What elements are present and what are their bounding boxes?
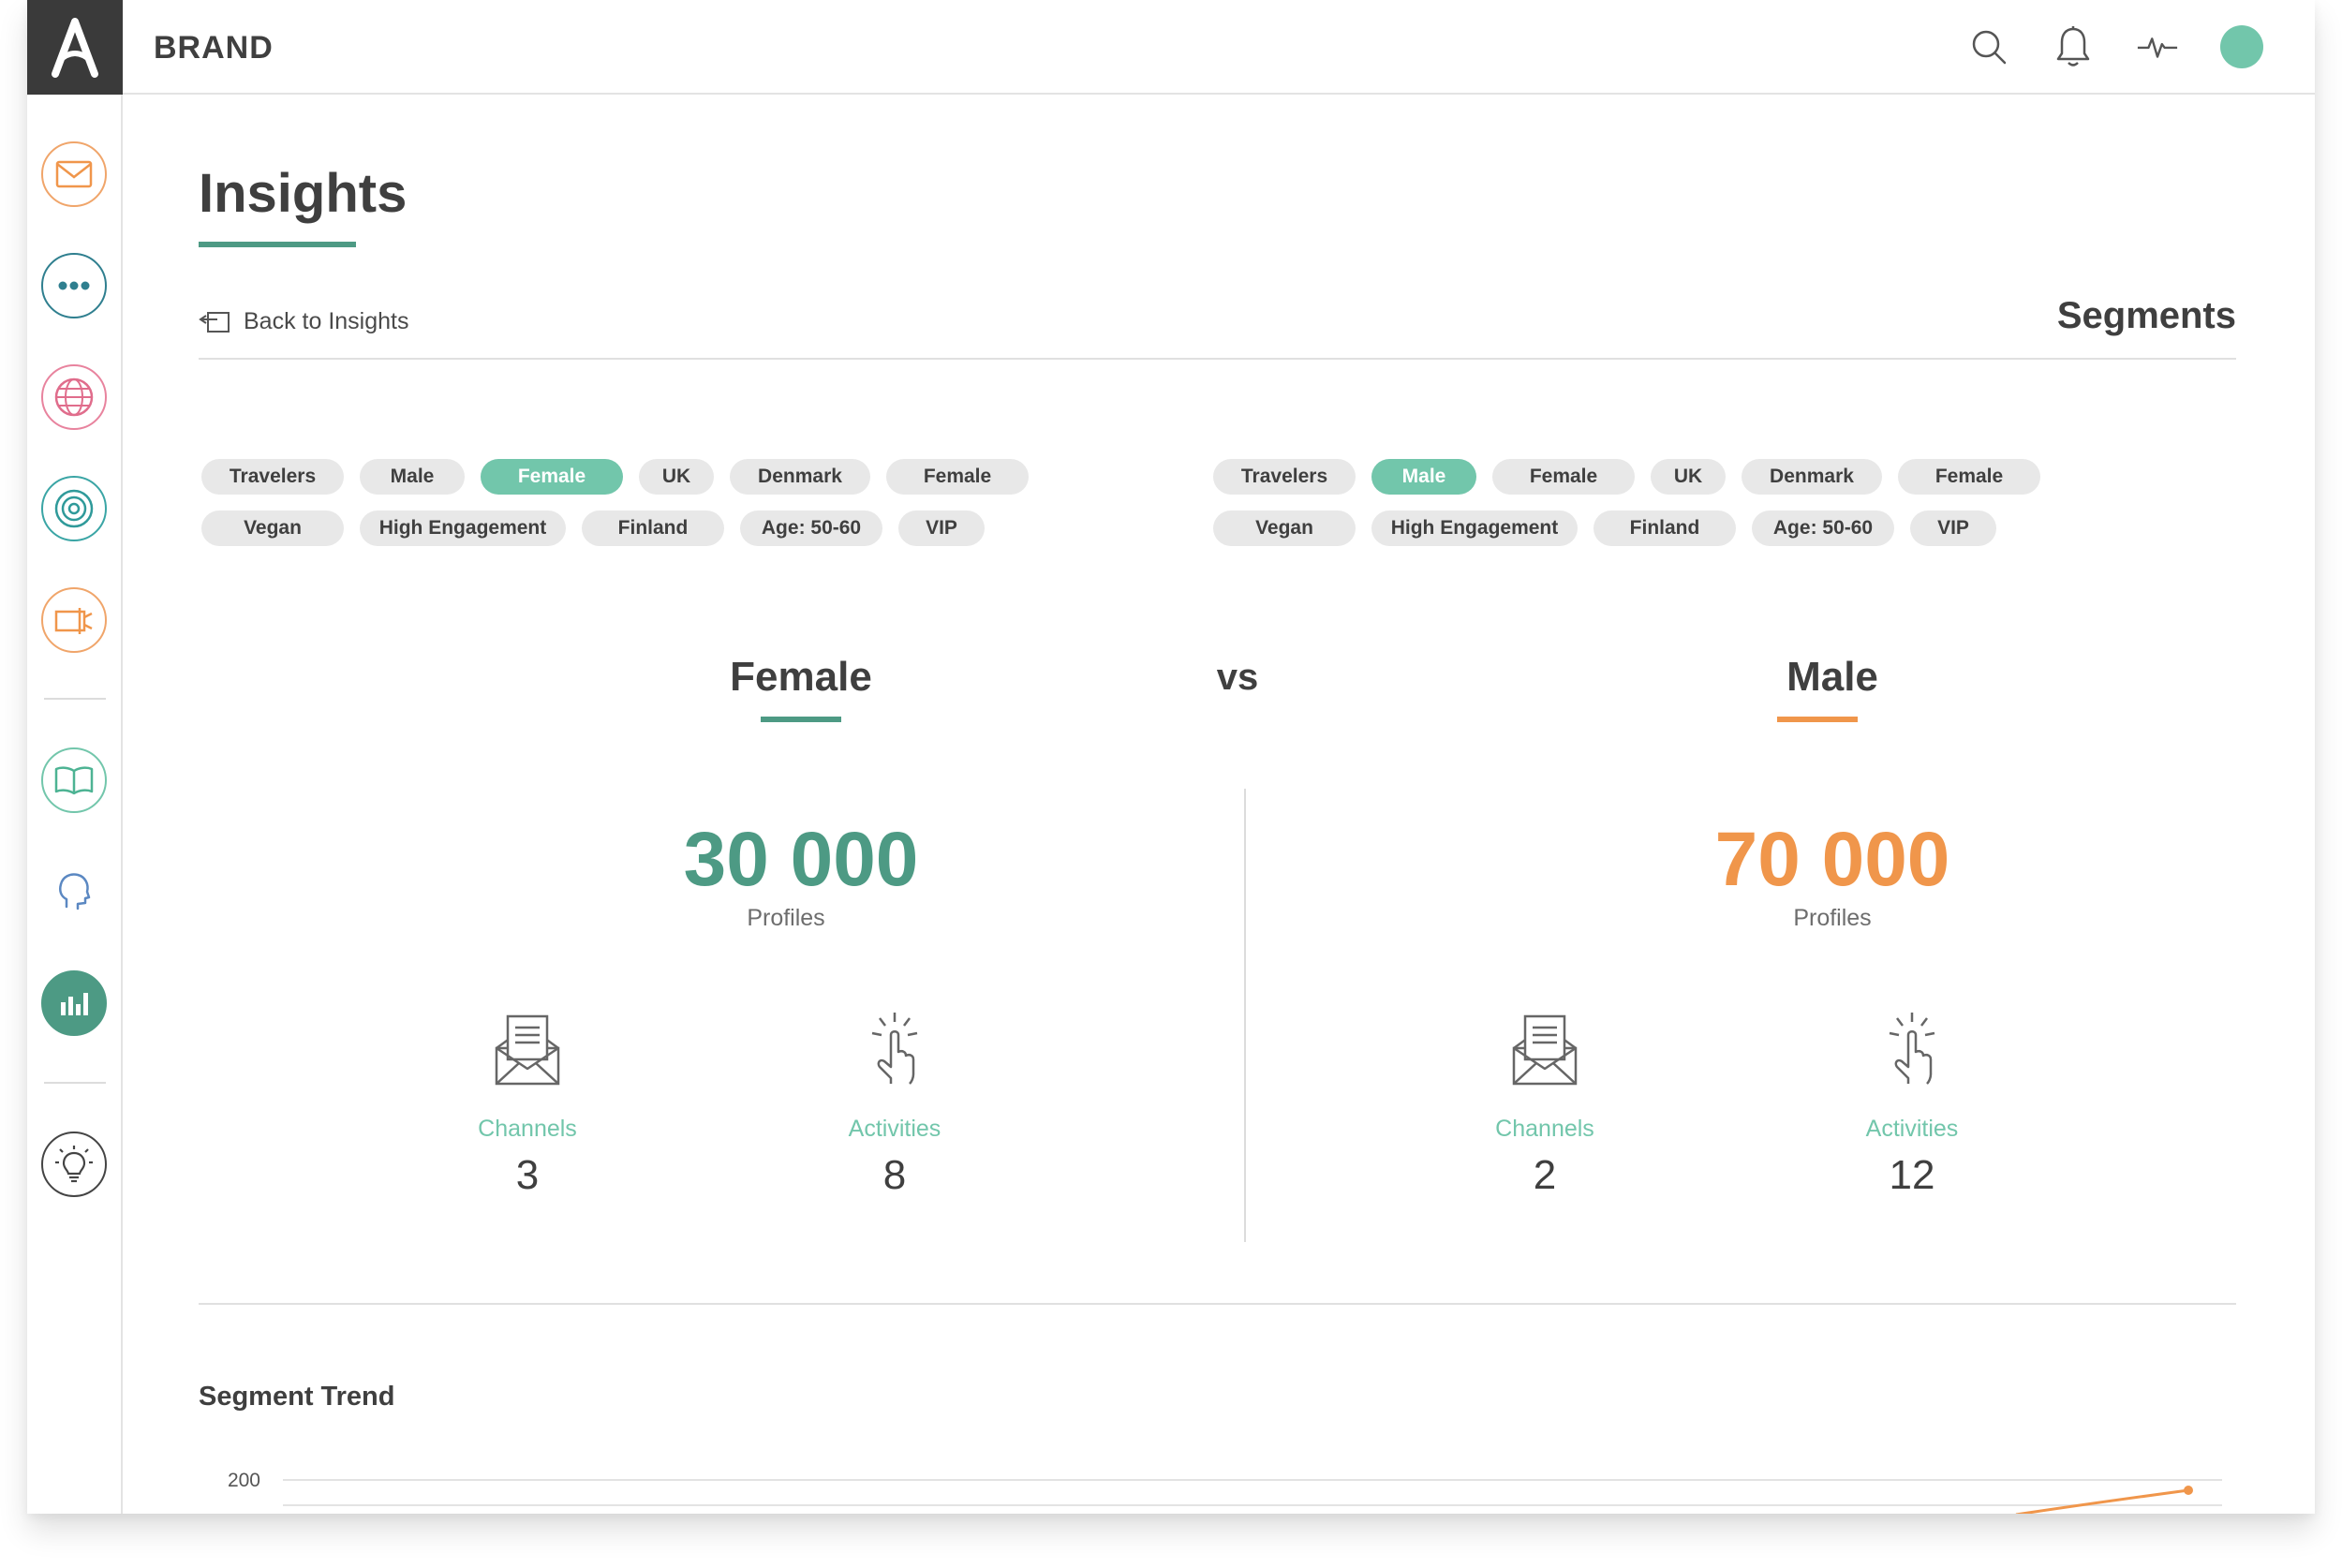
tag-age[interactable]: Age: 50-60 — [740, 510, 882, 546]
notifications-button[interactable] — [2052, 22, 2095, 71]
activities-label: Activities — [1865, 1116, 1959, 1142]
bell-icon — [2056, 26, 2090, 67]
top-bar: BRAND — [123, 0, 2315, 95]
head-icon — [59, 873, 91, 910]
tag-uk[interactable]: UK — [639, 459, 714, 495]
lightbulb-icon — [55, 1146, 93, 1183]
trend-point — [2184, 1486, 2193, 1495]
left-profiles-count: 30 000 — [683, 817, 919, 902]
tag-finland[interactable]: Finland — [1593, 510, 1736, 546]
tag-female[interactable]: Female — [1492, 459, 1635, 495]
sidebar-item-insights[interactable] — [41, 970, 107, 1036]
brand-name: BRAND — [154, 30, 274, 66]
avatar-button[interactable] — [2220, 22, 2263, 71]
comparison-divider — [1244, 789, 1246, 1242]
avatar — [2220, 25, 2263, 68]
tag-male[interactable]: Male — [1371, 459, 1476, 495]
left-activities-stat: Activities 8 — [773, 1003, 1016, 1199]
channels-value: 2 — [1533, 1152, 1557, 1198]
channels-label: Channels — [1495, 1116, 1594, 1142]
more-icon — [58, 281, 90, 290]
logo-icon — [52, 17, 98, 78]
search-button[interactable] — [1967, 22, 2010, 71]
page-title: Insights — [199, 163, 408, 224]
left-channels-stat: Channels 3 — [406, 1003, 649, 1199]
sidebar-item-mail[interactable] — [41, 141, 107, 207]
tag-travelers[interactable]: Travelers — [1213, 459, 1356, 495]
activity-button[interactable] — [2136, 22, 2179, 71]
back-link-label: Back to Insights — [244, 308, 409, 334]
tag-vip[interactable]: VIP — [898, 510, 985, 546]
y-tick-label: 200 — [228, 1470, 260, 1491]
left-profiles-label: Profiles — [747, 905, 825, 931]
divider — [199, 1303, 2236, 1305]
sidebar-divider — [44, 698, 106, 700]
sidebar — [27, 95, 123, 1514]
tag-vegan[interactable]: Vegan — [1213, 510, 1356, 546]
search-icon — [1972, 30, 2007, 65]
left-segment-tags: Travelers Male Female UK Denmark Female … — [201, 459, 1101, 562]
sidebar-item-globe[interactable] — [41, 364, 107, 430]
right-segment-name: Male — [1786, 654, 1878, 700]
main-content: Insights Back to Insights Segments Trave… — [123, 95, 2315, 1514]
activities-label: Activities — [848, 1116, 941, 1142]
tag-high-engagement[interactable]: High Engagement — [1371, 510, 1578, 546]
left-segment-name: Female — [730, 654, 872, 700]
right-profiles-count: 70 000 — [1714, 817, 1950, 902]
tag-travelers[interactable]: Travelers — [201, 459, 344, 495]
back-icon — [199, 311, 230, 333]
top-actions — [1967, 22, 2263, 71]
channels-label: Channels — [478, 1116, 577, 1142]
app-window: BRAND Insights Back to Insights Segments… — [27, 0, 2315, 1514]
sidebar-item-ideas[interactable] — [41, 1132, 107, 1197]
activities-value: 8 — [882, 1152, 907, 1198]
sidebar-item-target[interactable] — [41, 476, 107, 541]
back-to-insights-link[interactable]: Back to Insights — [199, 308, 408, 335]
tag-denmark[interactable]: Denmark — [730, 459, 870, 495]
segment-trend-chart: 200 — [228, 1470, 2222, 1514]
campaign-icon — [54, 608, 93, 634]
tap-icon — [1889, 1013, 1935, 1085]
right-profiles-label: Profiles — [1793, 905, 1872, 931]
tag-female[interactable]: Female — [481, 459, 623, 495]
sidebar-item-head[interactable] — [41, 859, 107, 925]
left-segment-underline — [761, 717, 841, 722]
logo[interactable] — [27, 0, 123, 95]
tap-icon — [871, 1013, 918, 1085]
tag-uk[interactable]: UK — [1651, 459, 1726, 495]
right-segment-underline — [1777, 717, 1858, 722]
male-trend-line — [2015, 1488, 2189, 1514]
channels-icon — [1512, 1014, 1578, 1086]
book-icon — [54, 766, 94, 795]
globe-icon — [54, 377, 94, 417]
right-channels-stat: Channels 2 — [1423, 1003, 1667, 1199]
sidebar-item-campaign[interactable] — [41, 587, 107, 653]
tag-finland[interactable]: Finland — [582, 510, 724, 546]
tag-vip[interactable]: VIP — [1910, 510, 1996, 546]
segment-trend-title: Segment Trend — [199, 1382, 395, 1412]
tag-age[interactable]: Age: 50-60 — [1752, 510, 1894, 546]
tag-denmark[interactable]: Denmark — [1742, 459, 1882, 495]
vs-label: vs — [1216, 657, 1259, 698]
section-label: Segments — [2056, 295, 2236, 336]
activities-value: 12 — [1889, 1152, 1935, 1198]
channels-icon — [495, 1014, 560, 1086]
tag-male[interactable]: Male — [360, 459, 465, 495]
divider — [199, 358, 2236, 360]
right-segment-tags: Travelers Male Female UK Denmark Female … — [1213, 459, 2112, 562]
channels-value: 3 — [515, 1152, 540, 1198]
sidebar-item-more[interactable] — [41, 253, 107, 318]
tag-female[interactable]: Female — [886, 459, 1029, 495]
chart-icon — [61, 993, 88, 1015]
tag-female[interactable]: Female — [1898, 459, 2040, 495]
mail-icon — [55, 160, 93, 188]
right-activities-stat: Activities 12 — [1790, 1003, 2034, 1199]
sidebar-divider — [44, 1082, 106, 1084]
title-underline — [199, 242, 356, 247]
activity-icon — [2137, 37, 2178, 58]
tag-high-engagement[interactable]: High Engagement — [360, 510, 566, 546]
target-icon — [54, 489, 94, 528]
sidebar-item-book[interactable] — [41, 747, 107, 813]
tag-vegan[interactable]: Vegan — [201, 510, 344, 546]
